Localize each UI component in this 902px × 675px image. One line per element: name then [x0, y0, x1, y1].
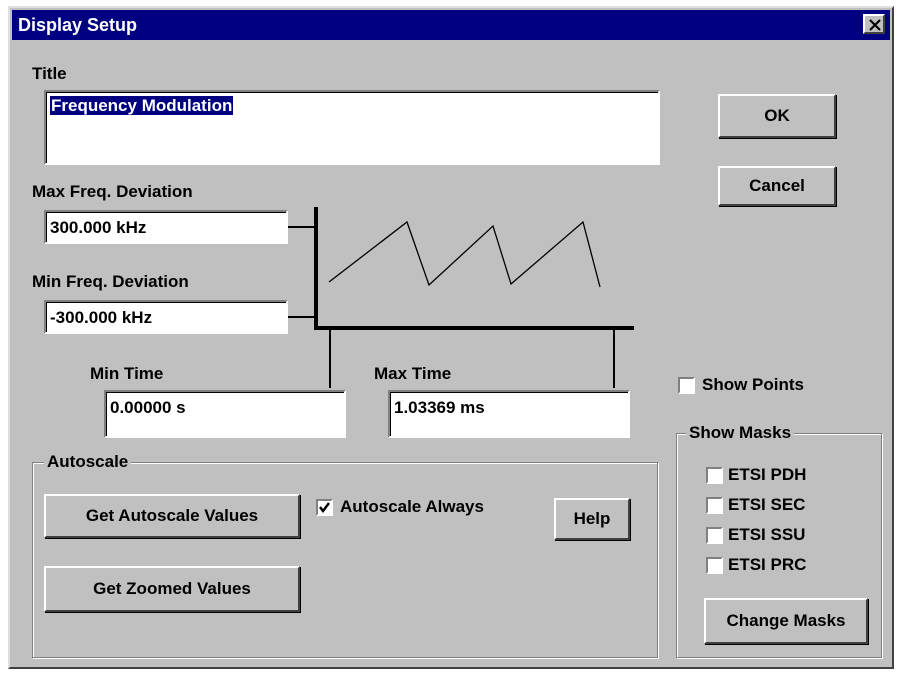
get-zoomed-values-button[interactable]: Get Zoomed Values [44, 566, 300, 612]
min-time-label: Min Time [90, 364, 164, 383]
min-time-value: 0.00000 s [110, 398, 186, 417]
max-time-value: 1.03369 ms [394, 398, 485, 417]
etsi-prc-label: ETSI PRC [728, 555, 807, 574]
change-masks-button[interactable]: Change Masks [704, 598, 868, 644]
show-points-label: Show Points [702, 375, 804, 394]
get-autoscale-values-button[interactable]: Get Autoscale Values [44, 494, 300, 538]
max-time-label: Max Time [374, 364, 452, 383]
etsi-pdh-checkbox[interactable] [706, 467, 723, 484]
etsi-prc-checkbox[interactable] [706, 557, 723, 574]
max-time-input[interactable]: 1.03369 ms [388, 390, 630, 438]
autoscale-always-label: Autoscale Always [340, 497, 484, 516]
etsi-ssu-label: ETSI SSU [728, 525, 806, 544]
autoscale-always-checkbox[interactable] [316, 499, 333, 516]
autoscale-group-label: Autoscale [44, 452, 132, 472]
help-button[interactable]: Help [554, 498, 630, 540]
etsi-sec-checkbox[interactable] [706, 497, 723, 514]
show-masks-group-label: Show Masks [686, 423, 795, 443]
show-points-checkbox[interactable] [678, 377, 695, 394]
min-time-input[interactable]: 0.00000 s [104, 390, 346, 438]
sawtooth-waveform [328, 220, 601, 288]
etsi-pdh-label: ETSI PDH [728, 465, 807, 484]
autoscale-group [32, 462, 658, 658]
checkmark-icon [319, 502, 330, 513]
etsi-ssu-checkbox[interactable] [706, 527, 723, 544]
etsi-sec-label: ETSI SEC [728, 495, 806, 514]
